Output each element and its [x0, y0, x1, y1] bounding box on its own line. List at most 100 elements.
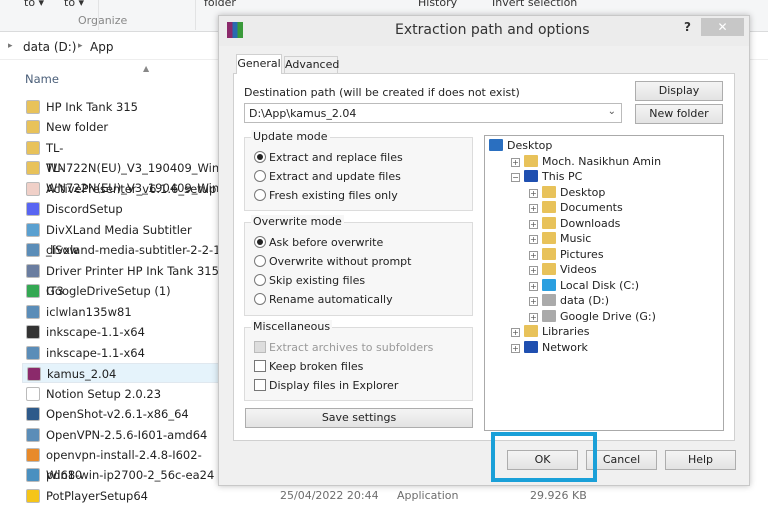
tree-node[interactable]: + data (D:) [529, 294, 609, 308]
radio-fresh-existing-files-only[interactable]: Fresh existing files only [254, 189, 398, 203]
expand-icon[interactable]: + [529, 188, 538, 198]
option-label: Rename automatically [269, 293, 393, 306]
breadcrumb-drive[interactable]: data (D:) [23, 40, 77, 54]
file-row[interactable]: OpenVPN-2.5.6-I601-amd64 [22, 425, 222, 445]
file-row[interactable]: TL-WN722N(EU)_V3_190409_Win8 [22, 158, 226, 195]
tree-node-label: Downloads [560, 216, 621, 230]
file-row[interactable]: divxland-media-subtitler-2-2-1 [22, 240, 222, 260]
file-row[interactable]: PotPlayerSetup64 [22, 486, 222, 506]
tree-node[interactable]: + Downloads [529, 216, 621, 231]
radio-ask-before-overwrite[interactable]: Ask before overwrite [254, 236, 383, 250]
file-row[interactable]: DiscordSetup [22, 199, 222, 219]
close-button[interactable]: ✕ [701, 18, 744, 36]
radio-button[interactable] [254, 274, 266, 286]
checkbox-keep-broken-files[interactable]: Keep broken files [254, 360, 363, 374]
radio-skip-existing-files[interactable]: Skip existing files [254, 274, 365, 288]
file-row[interactable]: ActivePresenter_v6.1.6_setup [22, 179, 222, 199]
destination-path-combobox[interactable]: D:\App\kamus_2.04 ⌄ [244, 103, 622, 123]
save-settings-button[interactable]: Save settings [245, 408, 473, 428]
name-column-header[interactable]: Name [25, 72, 59, 86]
tree-node[interactable]: + Documents [529, 201, 623, 215]
expand-icon[interactable]: + [529, 250, 538, 260]
file-row[interactable]: pd68-win-ip2700-2_56c-ea24 [22, 465, 222, 485]
expand-icon[interactable]: + [529, 281, 538, 291]
radio-button[interactable] [254, 189, 266, 201]
tree-node[interactable]: + Local Disk (C:) [529, 278, 639, 293]
openshot-icon [26, 407, 40, 422]
expand-icon[interactable]: + [511, 157, 520, 167]
tree-node[interactable]: + Network [511, 340, 588, 355]
file-type: Application [397, 489, 459, 502]
installer-icon [26, 243, 40, 258]
option-label: Keep broken files [269, 360, 364, 373]
expand-icon[interactable]: + [529, 219, 538, 229]
file-row[interactable]: iclwlan135w81 [22, 302, 222, 322]
new-folder-button[interactable]: folder [204, 0, 236, 9]
new-folder-button[interactable]: New folder [635, 104, 723, 124]
file-name: pd68-win-ip2700-2_56c-ea24 [46, 468, 215, 483]
radio-extract-and-update-files[interactable]: Extract and update files [254, 170, 401, 184]
copy-to-button[interactable]: to ▾ [64, 0, 84, 9]
tree-node[interactable]: + Libraries [511, 325, 590, 339]
tree-node-label: Music [560, 232, 592, 245]
expand-icon[interactable]: + [511, 343, 520, 353]
tree-node-label: This PC [542, 170, 583, 183]
invert-selection-button[interactable]: Invert selection [492, 0, 577, 9]
tab-advanced[interactable]: Advanced [284, 56, 339, 73]
file-row[interactable]: DivXLand Media Subtitler _ISow [22, 220, 222, 257]
file-row[interactable]: Notion Setup 2.0.23 [22, 384, 222, 404]
radio-button[interactable] [254, 293, 266, 305]
tree-node[interactable]: + Videos [529, 263, 597, 277]
expand-icon[interactable]: + [529, 297, 538, 306]
network-icon [524, 340, 538, 353]
file-row[interactable]: Driver Printer HP Ink Tank 315 IT3 [22, 261, 222, 298]
file-row[interactable]: kamus_2.04 [22, 363, 222, 384]
music-folder-icon [542, 232, 556, 244]
file-row[interactable]: New folder [22, 117, 222, 137]
radio-button[interactable] [254, 170, 266, 182]
file-row[interactable]: openvpn-install-2.4.8-I602-Win10 [22, 445, 222, 482]
folder-icon [26, 140, 40, 155]
checkbox[interactable] [254, 360, 266, 372]
expand-icon[interactable]: + [511, 328, 520, 337]
option-label: Overwrite without prompt [269, 255, 412, 268]
checkbox-display-files-in-explorer[interactable]: Display files in Explorer [254, 379, 398, 393]
folder-icon [26, 161, 40, 176]
expand-icon[interactable]: + [529, 204, 538, 213]
tree-node[interactable]: + Moch. Nasikhun Amin [511, 154, 661, 169]
help-button[interactable]: Help [665, 450, 736, 470]
tree-node[interactable]: + Desktop [529, 185, 605, 200]
chevron-down-icon[interactable]: ⌄ [608, 106, 616, 117]
tree-node[interactable]: Desktop [489, 139, 552, 153]
help-icon[interactable]: ? [684, 20, 691, 34]
file-row[interactable]: TL-WN722N(EU)_V3_190409_Win8 [22, 138, 226, 175]
file-row[interactable]: HP Ink Tank 315 [22, 97, 222, 117]
expand-icon[interactable]: + [529, 266, 538, 275]
tree-node[interactable]: + Pictures [529, 247, 604, 262]
radio-rename-automatically[interactable]: Rename automatically [254, 293, 393, 307]
tree-node[interactable]: − This PC [511, 170, 582, 184]
folder-tree[interactable]: Desktop + Moch. Nasikhun Amin − This PC + Desk… [484, 135, 724, 431]
radio-overwrite-without-prompt[interactable]: Overwrite without prompt [254, 255, 411, 269]
radio-button[interactable] [254, 255, 266, 267]
expand-icon[interactable]: + [529, 235, 538, 244]
drive-icon [542, 309, 556, 322]
history-button[interactable]: History [418, 0, 457, 9]
file-row[interactable]: GoogleDriveSetup (1) [22, 281, 222, 301]
checkbox[interactable] [254, 379, 266, 391]
radio-button[interactable] [254, 151, 266, 163]
move-to-button[interactable]: to ▾ [24, 0, 44, 9]
tree-node[interactable]: + Music [529, 232, 591, 246]
expand-icon[interactable]: + [529, 312, 538, 322]
file-row[interactable]: inkscape-1.1-x64 [22, 343, 222, 363]
display-button[interactable]: Display [635, 81, 723, 101]
file-row[interactable]: inkscape-1.1-x64 [22, 322, 222, 342]
file-row[interactable]: OpenShot-v2.6.1-x86_64 [22, 404, 222, 424]
option-label: Display files in Explorer [269, 379, 399, 392]
radio-button[interactable] [254, 236, 266, 248]
breadcrumb-folder[interactable]: App [90, 40, 113, 54]
tab-general[interactable]: General [236, 54, 282, 74]
radio-extract-and-replace-files[interactable]: Extract and replace files [254, 151, 403, 165]
tree-node[interactable]: + Google Drive (G:) [529, 309, 656, 324]
collapse-icon[interactable]: − [511, 173, 520, 182]
